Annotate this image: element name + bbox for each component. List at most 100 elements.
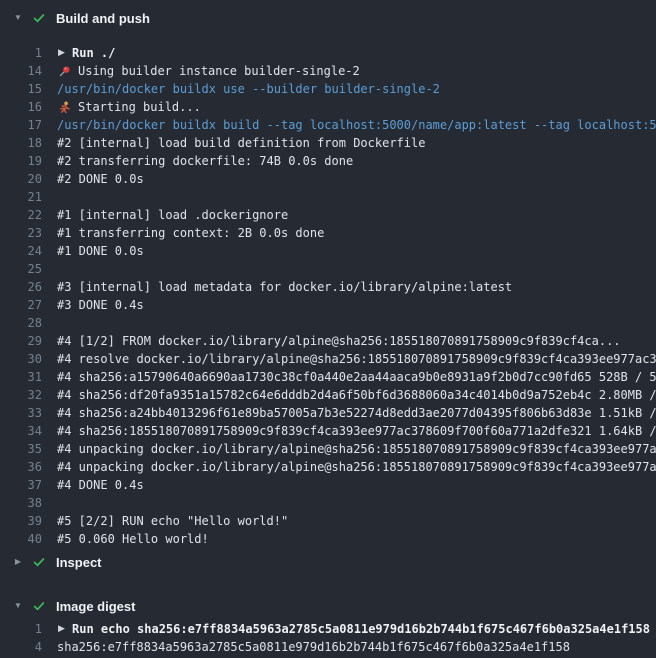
log-line: 17 /usr/bin/docker buildx build --tag lo… bbox=[0, 116, 656, 134]
line-number[interactable]: 32 bbox=[0, 386, 42, 404]
section-header[interactable]: ▼ Build and push bbox=[0, 4, 656, 32]
line-number[interactable]: 27 bbox=[0, 296, 42, 314]
line-content: #4 sha256:a24bb4013296f61e89ba57005a7b3e… bbox=[57, 404, 656, 422]
log-line: 19 #2 transferring dockerfile: 74B 0.0s … bbox=[0, 152, 656, 170]
log-line: 25 bbox=[0, 260, 656, 278]
line-text: #1 DONE 0.0s bbox=[57, 242, 144, 260]
line-number[interactable]: 1 bbox=[0, 620, 42, 638]
line-number[interactable]: 14 bbox=[0, 62, 42, 80]
line-text: #4 sha256:df20fa9351a15782c64e6dddb2d4a6… bbox=[57, 386, 656, 404]
line-number[interactable]: 19 bbox=[0, 152, 42, 170]
log-line: 20 #2 DONE 0.0s bbox=[0, 170, 656, 188]
play-icon[interactable]: ▶ bbox=[57, 622, 66, 636]
log-block: 1 ▶ Run echo sha256:e7ff8834a5963a2785c5… bbox=[0, 620, 656, 656]
section-title: Image digest bbox=[56, 599, 135, 614]
chevron-right-icon[interactable]: ▶ bbox=[12, 548, 24, 576]
line-number[interactable]: 29 bbox=[0, 332, 42, 350]
runner-icon bbox=[57, 100, 71, 114]
line-number[interactable]: 34 bbox=[0, 422, 42, 440]
line-number[interactable]: 23 bbox=[0, 224, 42, 242]
line-content: #4 sha256:a15790640a6690aa1730c38cf0a440… bbox=[57, 368, 656, 386]
log-line: 40 #5 0.060 Hello world! bbox=[0, 530, 656, 548]
line-content: Starting build... bbox=[57, 98, 656, 116]
line-text: #4 DONE 0.4s bbox=[57, 476, 144, 494]
log-line: 15 /usr/bin/docker buildx use --builder … bbox=[0, 80, 656, 98]
log-line: 27 #3 DONE 0.4s bbox=[0, 296, 656, 314]
log-section: ▶ Inspect bbox=[0, 548, 656, 576]
line-content: /usr/bin/docker buildx use --builder bui… bbox=[57, 80, 656, 98]
log-line: 31 #4 sha256:a15790640a6690aa1730c38cf0a… bbox=[0, 368, 656, 386]
line-text: #2 [internal] load build definition from… bbox=[57, 134, 425, 152]
log-line: 23 #1 transferring context: 2B 0.0s done bbox=[0, 224, 656, 242]
line-content: #4 unpacking docker.io/library/alpine@sh… bbox=[57, 440, 656, 458]
line-number[interactable]: 22 bbox=[0, 206, 42, 224]
line-number[interactable]: 36 bbox=[0, 458, 42, 476]
line-content: #5 0.060 Hello world! bbox=[57, 530, 656, 548]
line-text: #5 0.060 Hello world! bbox=[57, 530, 209, 548]
log-line: 39 #5 [2/2] RUN echo "Hello world!" bbox=[0, 512, 656, 530]
log-line: 14 Using builder instance builder-single… bbox=[0, 62, 656, 80]
line-text: sha256:e7ff8834a5963a2785c5a0811e979d16b… bbox=[57, 638, 570, 656]
play-icon[interactable]: ▶ bbox=[57, 46, 66, 60]
line-number[interactable]: 33 bbox=[0, 404, 42, 422]
line-number[interactable]: 37 bbox=[0, 476, 42, 494]
line-text: #1 [internal] load .dockerignore bbox=[57, 206, 288, 224]
line-text: #5 [2/2] RUN echo "Hello world!" bbox=[57, 512, 288, 530]
line-number[interactable]: 21 bbox=[0, 188, 42, 206]
line-number[interactable]: 24 bbox=[0, 242, 42, 260]
line-text: #3 DONE 0.4s bbox=[57, 296, 144, 314]
section-header[interactable]: ▶ Inspect bbox=[0, 548, 656, 576]
line-number[interactable]: 20 bbox=[0, 170, 42, 188]
log-line: 22 #1 [internal] load .dockerignore bbox=[0, 206, 656, 224]
log-line: 26 #3 [internal] load metadata for docke… bbox=[0, 278, 656, 296]
line-number[interactable]: 28 bbox=[0, 314, 42, 332]
section-title: Inspect bbox=[56, 555, 102, 570]
log-line: 30 #4 resolve docker.io/library/alpine@s… bbox=[0, 350, 656, 368]
log-line: 21 bbox=[0, 188, 656, 206]
line-number[interactable]: 15 bbox=[0, 80, 42, 98]
line-content: #4 resolve docker.io/library/alpine@sha2… bbox=[57, 350, 656, 368]
log-line: 1 ▶ Run echo sha256:e7ff8834a5963a2785c5… bbox=[0, 620, 656, 638]
chevron-down-icon[interactable]: ▼ bbox=[12, 4, 24, 32]
section-title: Build and push bbox=[56, 11, 150, 26]
log-line: 36 #4 unpacking docker.io/library/alpine… bbox=[0, 458, 656, 476]
line-number[interactable]: 31 bbox=[0, 368, 42, 386]
line-number[interactable]: 39 bbox=[0, 512, 42, 530]
check-icon bbox=[32, 11, 46, 25]
line-number[interactable]: 18 bbox=[0, 134, 42, 152]
line-text: Using builder instance builder-single-2 bbox=[78, 62, 360, 80]
line-number[interactable]: 25 bbox=[0, 260, 42, 278]
line-content: #2 [internal] load build definition from… bbox=[57, 134, 656, 152]
line-text: #4 [1/2] FROM docker.io/library/alpine@s… bbox=[57, 332, 621, 350]
section-header[interactable]: ▼ Image digest bbox=[0, 592, 656, 620]
line-number[interactable]: 35 bbox=[0, 440, 42, 458]
line-content: #3 DONE 0.4s bbox=[57, 296, 656, 314]
log-section: ▼ Image digest 1 ▶ Run echo sha256:e7ff8… bbox=[0, 592, 656, 656]
line-number[interactable]: 4 bbox=[0, 638, 42, 656]
log-line: 37 #4 DONE 0.4s bbox=[0, 476, 656, 494]
log-block: 1 ▶ Run ./ 14 Using builder instance bui… bbox=[0, 32, 656, 548]
line-content: Using builder instance builder-single-2 bbox=[57, 62, 656, 80]
line-number[interactable]: 17 bbox=[0, 116, 42, 134]
line-number[interactable]: 16 bbox=[0, 98, 42, 116]
line-number[interactable]: 40 bbox=[0, 530, 42, 548]
line-number[interactable]: 38 bbox=[0, 494, 42, 512]
line-text: /usr/bin/docker buildx use --builder bui… bbox=[57, 80, 440, 98]
workflow-log-viewer: ▼ Build and push 1 ▶ Run ./ 14 Using bui… bbox=[0, 0, 656, 656]
line-content: #4 sha256:185518070891758909c9f839cf4ca3… bbox=[57, 422, 656, 440]
line-content: #1 DONE 0.0s bbox=[57, 242, 656, 260]
chevron-down-icon[interactable]: ▼ bbox=[12, 592, 24, 620]
log-line: 24 #1 DONE 0.0s bbox=[0, 242, 656, 260]
line-number[interactable]: 30 bbox=[0, 350, 42, 368]
check-icon bbox=[32, 555, 46, 569]
line-content bbox=[57, 494, 656, 512]
line-number[interactable]: 1 bbox=[0, 44, 42, 62]
line-content: #2 transferring dockerfile: 74B 0.0s don… bbox=[57, 152, 656, 170]
line-content: /usr/bin/docker buildx build --tag local… bbox=[57, 116, 656, 134]
line-text: #3 [internal] load metadata for docker.i… bbox=[57, 278, 512, 296]
check-icon bbox=[32, 599, 46, 613]
line-number[interactable]: 26 bbox=[0, 278, 42, 296]
line-text: #4 sha256:a15790640a6690aa1730c38cf0a440… bbox=[57, 368, 656, 386]
line-content: sha256:e7ff8834a5963a2785c5a0811e979d16b… bbox=[57, 638, 656, 656]
line-content: #4 [1/2] FROM docker.io/library/alpine@s… bbox=[57, 332, 656, 350]
